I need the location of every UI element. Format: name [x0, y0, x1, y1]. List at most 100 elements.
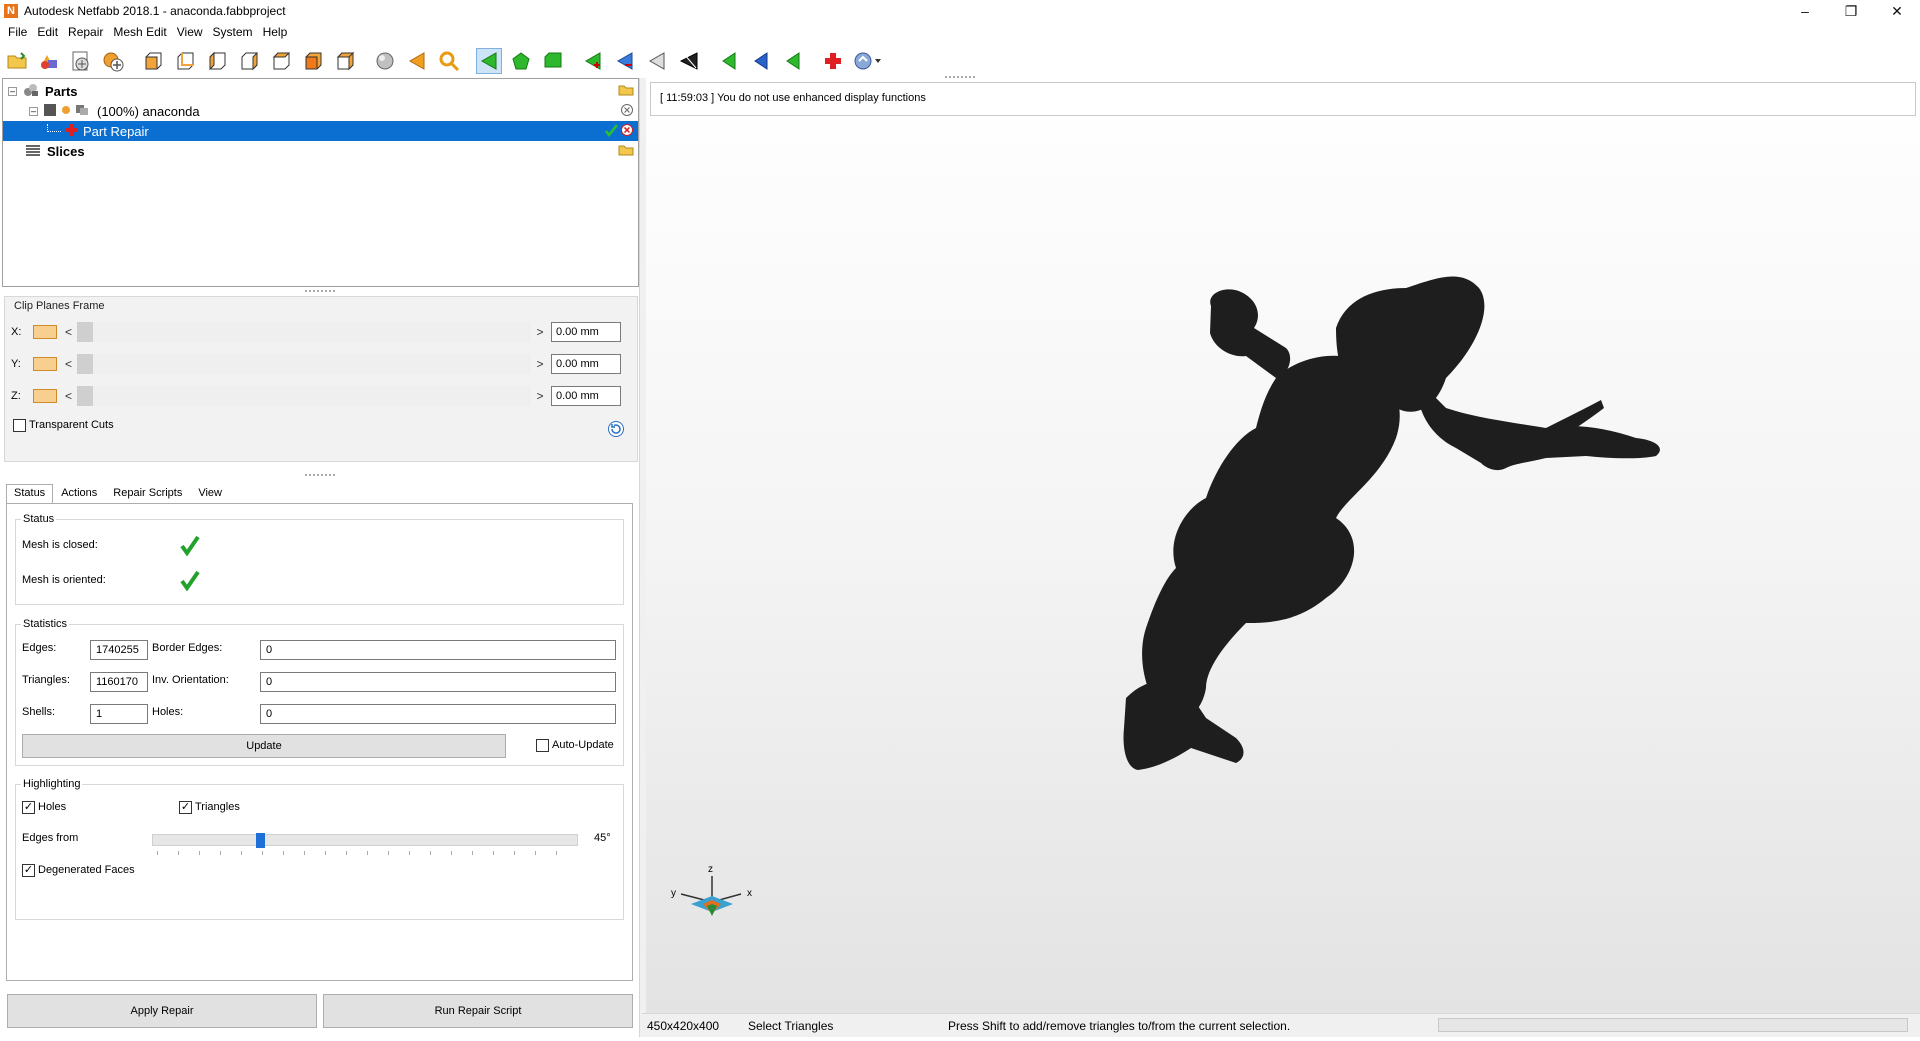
- part-visible-icon[interactable]: [60, 104, 72, 119]
- cancel-repair-icon[interactable]: [620, 123, 634, 140]
- add-folder-icon[interactable]: [618, 84, 634, 99]
- status-bar: 450x420x400 Select Triangles Press Shift…: [642, 1013, 1920, 1037]
- help-dropdown-icon[interactable]: [852, 48, 884, 74]
- apply-repair-button[interactable]: Apply Repair: [7, 994, 317, 1028]
- nav-next-icon[interactable]: [780, 48, 806, 74]
- view-iso-icon[interactable]: [332, 48, 358, 74]
- repair-cross-icon[interactable]: [820, 48, 846, 74]
- dims-readout: 450x420x400: [647, 1018, 720, 1033]
- clip-y-toggle[interactable]: [33, 357, 57, 371]
- clip-y-decrease[interactable]: <: [65, 357, 75, 371]
- edges-from-slider[interactable]: [152, 833, 578, 848]
- edges-from-value: 45°: [594, 832, 611, 844]
- clip-x-slider[interactable]: [77, 322, 531, 342]
- minimize-icon[interactable]: –: [1782, 0, 1828, 22]
- view-bottom-icon[interactable]: [300, 48, 326, 74]
- clip-z-decrease[interactable]: <: [65, 389, 75, 403]
- clip-z-input[interactable]: 0.00 mm: [551, 386, 621, 406]
- progress-bar: [1438, 1018, 1908, 1032]
- nav-prev-icon[interactable]: [748, 48, 774, 74]
- apply-check-icon[interactable]: [604, 123, 618, 140]
- restore-icon[interactable]: ❐: [1828, 0, 1874, 22]
- clip-y-slider[interactable]: [77, 354, 531, 374]
- menu-mesh-edit[interactable]: Mesh Edit: [108, 22, 171, 42]
- clip-x-increase[interactable]: >: [535, 325, 545, 339]
- transparent-cuts-checkbox[interactable]: [13, 419, 26, 432]
- splitter-grip[interactable]: [305, 474, 335, 480]
- zoom-icon[interactable]: [436, 48, 462, 74]
- select-surface-icon[interactable]: [508, 48, 534, 74]
- select-triangle-icon[interactable]: [476, 48, 502, 74]
- slider-thumb[interactable]: [77, 386, 93, 406]
- slider-thumb[interactable]: [77, 354, 93, 374]
- slider-thumb[interactable]: [255, 833, 265, 848]
- nav-first-icon[interactable]: [716, 48, 742, 74]
- update-button[interactable]: Update: [22, 734, 506, 758]
- slider-thumb[interactable]: [77, 322, 93, 342]
- tab-actions[interactable]: Actions: [53, 484, 105, 504]
- title-bar: N Autodesk Netfabb 2018.1 - anaconda.fab…: [0, 0, 1920, 22]
- border-edges-label: Border Edges:: [152, 642, 223, 654]
- vertical-splitter[interactable]: [639, 78, 646, 1037]
- clip-x-toggle[interactable]: [33, 325, 57, 339]
- view-back-icon[interactable]: [172, 48, 198, 74]
- clip-x-decrease[interactable]: <: [65, 325, 75, 339]
- holes-checkbox[interactable]: ✓: [22, 801, 35, 814]
- clip-x-input[interactable]: 0.00 mm: [551, 322, 621, 342]
- tree-parts-node[interactable]: – Parts: [3, 81, 638, 101]
- clip-y-input[interactable]: 0.00 mm: [551, 354, 621, 374]
- view-top-icon[interactable]: [268, 48, 294, 74]
- tree-slices-node[interactable]: Slices: [3, 141, 638, 161]
- open-icon[interactable]: [4, 48, 30, 74]
- clip-y-row: Y: < > 0.00 mm: [11, 351, 635, 377]
- reset-clip-icon[interactable]: [607, 420, 625, 441]
- clip-z-increase[interactable]: >: [535, 389, 545, 403]
- splitter-grip[interactable]: [945, 76, 975, 82]
- add-folder-icon[interactable]: [618, 144, 634, 159]
- remove-part-icon[interactable]: [620, 103, 634, 120]
- menu-view[interactable]: View: [172, 22, 208, 42]
- menu-edit[interactable]: Edit: [32, 22, 63, 42]
- cut-tool-icon[interactable]: [676, 48, 702, 74]
- sphere-icon[interactable]: [372, 48, 398, 74]
- collapse-icon[interactable]: –: [29, 106, 38, 116]
- clip-z-label: Z:: [11, 390, 21, 402]
- arrow-left-icon[interactable]: [404, 48, 430, 74]
- clip-y-increase[interactable]: >: [535, 357, 545, 371]
- add-icon[interactable]: [100, 48, 126, 74]
- netfabb-logo-icon: N: [4, 4, 18, 18]
- add-part-icon[interactable]: [36, 48, 62, 74]
- menu-system[interactable]: System: [208, 22, 258, 42]
- clip-z-toggle[interactable]: [33, 389, 57, 403]
- select-shell-icon[interactable]: [540, 48, 566, 74]
- slices-icon: [25, 144, 41, 159]
- part-settings-icon[interactable]: [68, 48, 94, 74]
- triangle-tool-icon[interactable]: [644, 48, 670, 74]
- menu-repair[interactable]: Repair: [63, 22, 108, 42]
- auto-update-checkbox[interactable]: [536, 739, 549, 752]
- run-repair-script-button[interactable]: Run Repair Script: [323, 994, 633, 1028]
- unmark-icon[interactable]: [612, 48, 638, 74]
- clip-z-slider[interactable]: [77, 386, 531, 406]
- tab-repair-scripts[interactable]: Repair Scripts: [105, 484, 190, 504]
- tab-view[interactable]: View: [190, 484, 230, 504]
- view-right-icon[interactable]: [236, 48, 262, 74]
- 3d-viewport[interactable]: [646, 78, 1920, 1013]
- triangles-checkbox[interactable]: ✓: [179, 801, 192, 814]
- degenerated-faces-checkbox[interactable]: ✓: [22, 864, 35, 877]
- status-tab-panel: Status Mesh is closed: Mesh is oriented:…: [6, 503, 633, 981]
- view-front-icon[interactable]: [140, 48, 166, 74]
- status-group-title: Status: [21, 513, 57, 525]
- tree-repair-node[interactable]: Part Repair: [3, 121, 638, 141]
- tab-status[interactable]: Status: [6, 484, 54, 504]
- mark-icon[interactable]: [580, 48, 606, 74]
- menu-file[interactable]: File: [3, 22, 32, 42]
- menu-help[interactable]: Help: [258, 22, 293, 42]
- view-left-icon[interactable]: [204, 48, 230, 74]
- collapse-icon[interactable]: –: [8, 86, 17, 96]
- close-icon[interactable]: ✕: [1874, 0, 1920, 22]
- anaconda-model[interactable]: [1123, 276, 1660, 770]
- model-render[interactable]: [646, 78, 1920, 1013]
- part-mesh-icon: [75, 104, 89, 119]
- tree-part-node[interactable]: – (100%) anaconda: [3, 101, 638, 121]
